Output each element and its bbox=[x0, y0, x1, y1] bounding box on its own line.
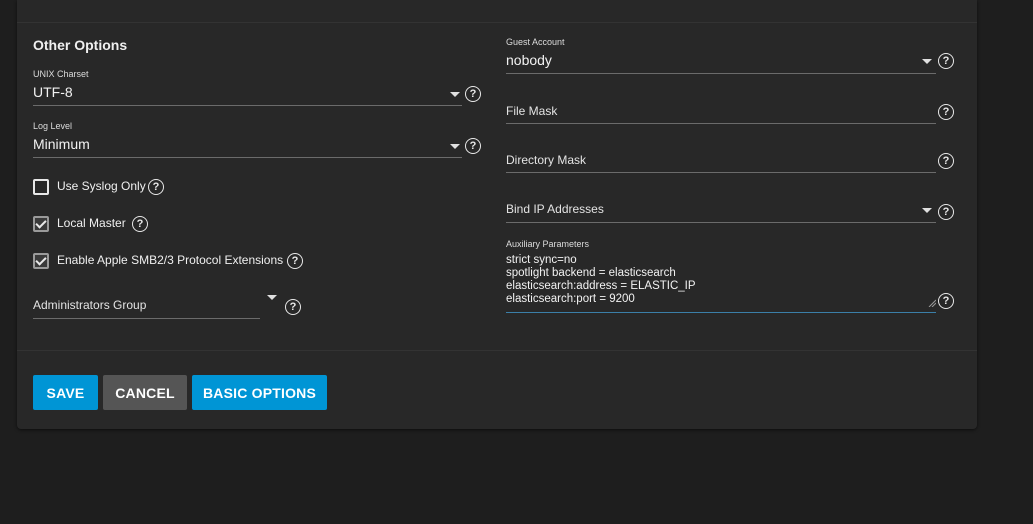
help-circle-icon[interactable]: ? bbox=[148, 179, 164, 195]
apple-extensions-checkbox[interactable] bbox=[33, 253, 49, 269]
chevron-down-icon bbox=[450, 92, 460, 97]
help-circle-icon[interactable]: ? bbox=[938, 293, 954, 309]
auxiliary-parameters-textarea[interactable]: strict sync=no spotlight backend = elast… bbox=[506, 254, 936, 310]
field-underline bbox=[33, 318, 260, 319]
divider bbox=[17, 350, 977, 351]
directory-mask-placeholder: Directory Mask bbox=[506, 153, 587, 167]
help-circle-icon[interactable]: ? bbox=[938, 104, 954, 120]
file-mask-input[interactable]: File Mask bbox=[506, 96, 936, 124]
log-level-label: Log Level bbox=[33, 121, 73, 131]
local-master-checkbox[interactable] bbox=[33, 216, 49, 232]
help-circle-icon[interactable]: ? bbox=[938, 53, 954, 69]
use-syslog-label: Use Syslog Only bbox=[57, 179, 146, 193]
bind-ip-select[interactable]: Bind IP Addresses bbox=[506, 194, 936, 223]
bind-ip-placeholder: Bind IP Addresses bbox=[506, 202, 604, 216]
field-underline bbox=[506, 73, 936, 74]
unix-charset-select[interactable]: UTF-8 bbox=[33, 80, 462, 106]
help-circle-icon[interactable]: ? bbox=[465, 86, 481, 102]
chevron-down-icon bbox=[922, 59, 932, 64]
administrators-group-placeholder: Administrators Group bbox=[33, 298, 147, 312]
guest-account-label: Guest Account bbox=[506, 37, 565, 47]
use-syslog-checkbox[interactable] bbox=[33, 179, 49, 195]
chevron-down-icon bbox=[922, 208, 932, 213]
help-circle-icon[interactable]: ? bbox=[465, 138, 481, 154]
field-underline bbox=[506, 123, 936, 124]
guest-account-value: nobody bbox=[506, 52, 552, 68]
administrators-group-select[interactable]: Administrators Group bbox=[33, 290, 297, 319]
help-circle-icon[interactable]: ? bbox=[285, 299, 301, 315]
check-icon bbox=[35, 217, 47, 229]
field-underline bbox=[33, 157, 462, 158]
unix-charset-value: UTF-8 bbox=[33, 84, 73, 100]
cancel-button[interactable]: CANCEL bbox=[103, 375, 187, 410]
guest-account-select[interactable]: nobody bbox=[506, 48, 936, 74]
field-underline bbox=[506, 222, 936, 223]
save-button[interactable]: SAVE bbox=[33, 375, 98, 410]
help-circle-icon[interactable]: ? bbox=[132, 216, 148, 232]
page: Other Options UNIX Charset UTF-8 ? Log L… bbox=[0, 0, 1033, 524]
auxiliary-parameters-label: Auxiliary Parameters bbox=[506, 239, 590, 249]
log-level-select[interactable]: Minimum bbox=[33, 132, 462, 158]
check-icon bbox=[35, 254, 47, 266]
divider bbox=[17, 22, 977, 23]
chevron-down-icon bbox=[450, 144, 460, 149]
apple-extensions-label: Enable Apple SMB2/3 Protocol Extensions bbox=[57, 253, 284, 267]
help-circle-icon[interactable]: ? bbox=[938, 153, 954, 169]
unix-charset-label: UNIX Charset bbox=[33, 69, 89, 79]
help-circle-icon[interactable]: ? bbox=[938, 204, 954, 220]
section-title: Other Options bbox=[33, 37, 128, 53]
help-circle-icon[interactable]: ? bbox=[287, 253, 303, 269]
file-mask-placeholder: File Mask bbox=[506, 104, 558, 118]
local-master-label: Local Master bbox=[57, 216, 126, 230]
field-underline bbox=[506, 312, 936, 313]
chevron-down-icon bbox=[267, 295, 277, 300]
log-level-value: Minimum bbox=[33, 136, 90, 152]
field-underline bbox=[506, 172, 936, 173]
basic-options-button[interactable]: BASIC OPTIONS bbox=[192, 375, 327, 410]
directory-mask-input[interactable]: Directory Mask bbox=[506, 145, 936, 173]
field-underline bbox=[33, 105, 462, 106]
settings-card: Other Options UNIX Charset UTF-8 ? Log L… bbox=[17, 0, 977, 429]
resize-grip-icon[interactable] bbox=[928, 299, 936, 307]
